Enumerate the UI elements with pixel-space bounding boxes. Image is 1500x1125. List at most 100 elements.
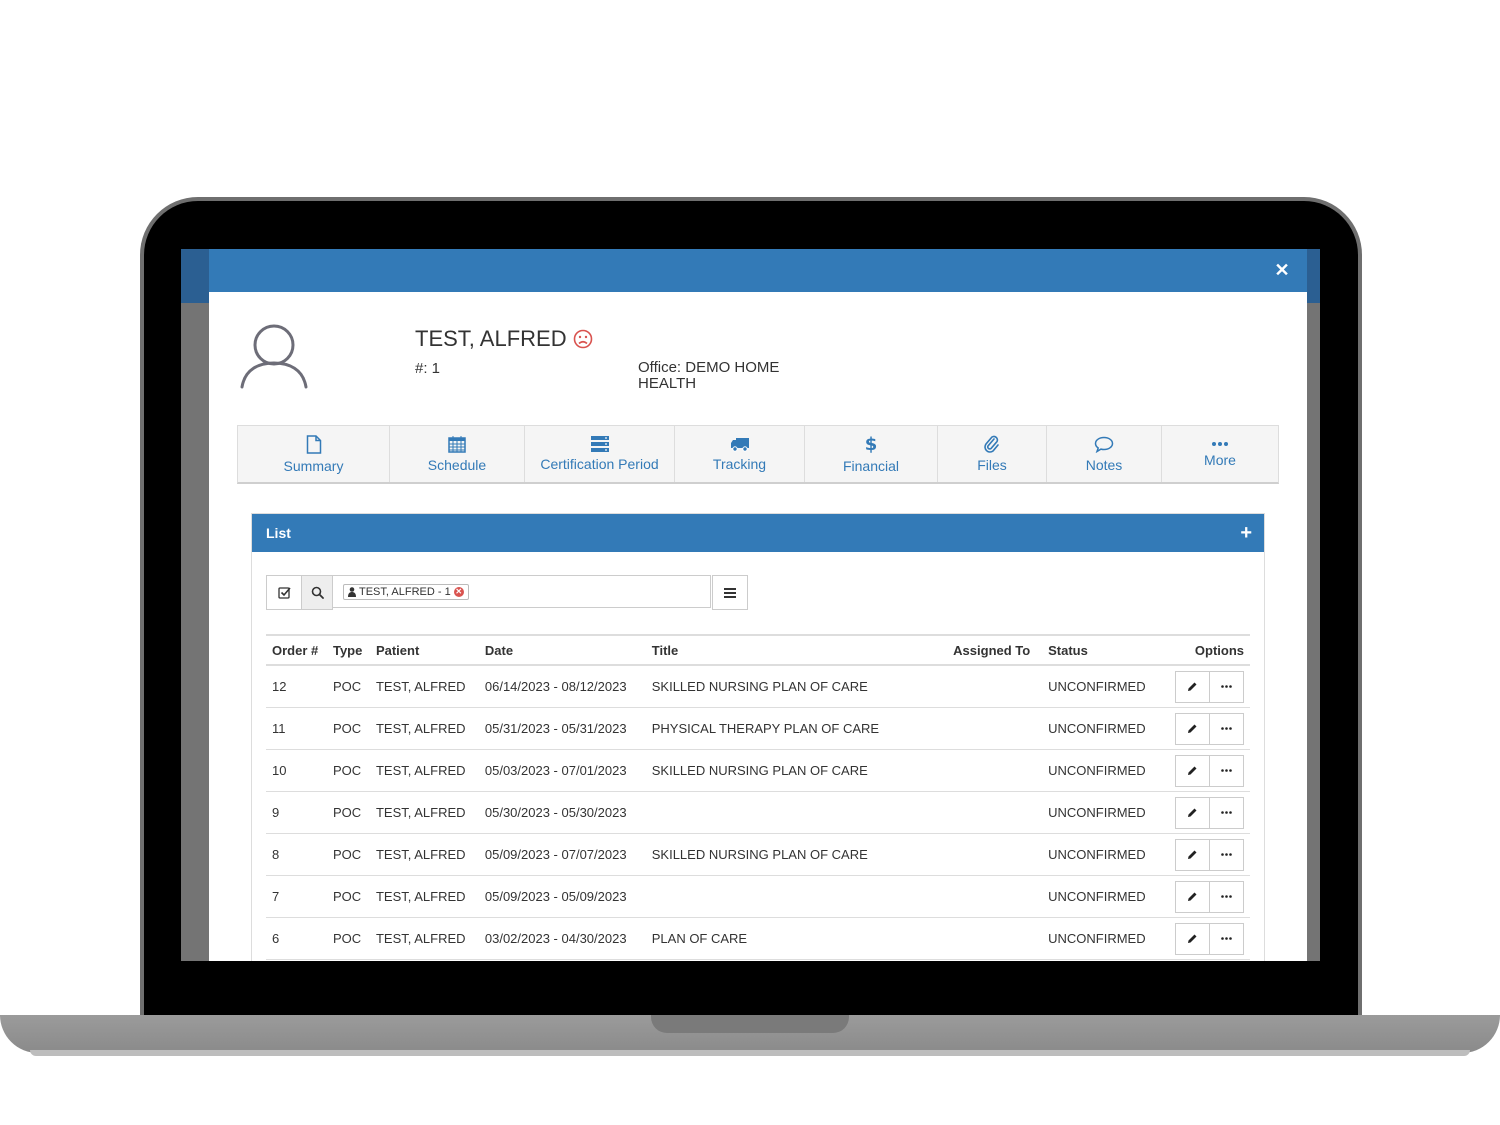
table-header-row: Order # Type Patient Date Title Assigned… [266,635,1250,665]
cell-options [1169,833,1250,876]
options-group [1175,670,1244,703]
tab-label: Tracking [712,455,767,472]
more-options-button[interactable] [1210,670,1244,703]
ellipsis-icon [1221,895,1232,898]
header-date[interactable]: Date [479,635,646,665]
header-assigned-to[interactable]: Assigned To [947,635,1042,665]
tab-label: More [1204,452,1236,468]
cell-title [645,791,948,834]
header-type[interactable]: Type [327,635,370,665]
table-row: 7 POC TEST, ALFRED 05/09/2023 - 05/09/20… [266,875,1250,918]
tab-label: Certification Period [540,456,659,472]
tab-label: Summary [283,457,344,474]
cell-date: 05/30/2023 - 05/30/2023 [478,791,646,834]
header-title[interactable]: Title [646,635,947,665]
more-options-button[interactable] [1210,712,1244,745]
table-row: 10 POC TEST, ALFRED 05/03/2023 - 07/01/2… [266,749,1250,792]
tab-more[interactable]: More [1162,426,1278,482]
header-order[interactable]: Order # [266,635,327,665]
cell-assigned [947,749,1043,792]
menu-icon [724,587,736,598]
column-menu-button[interactable] [712,575,748,610]
panel-title: List [266,525,291,541]
cell-date: 03/02/2023 - 04/30/2023 [478,917,646,960]
pencil-icon [1188,934,1197,943]
patient-number: #: 1 [415,360,441,377]
cell-options [1169,875,1250,918]
cell-order: 6 [266,917,327,960]
cell-title [645,875,948,918]
checkbox-icon [277,587,291,599]
tab-label: Files [977,457,1007,473]
cell-type: POC [326,749,370,792]
cell-order: 12 [266,665,327,708]
edit-button[interactable] [1175,670,1210,703]
select-all-button[interactable] [266,575,302,610]
cell-status: UNCONFIRMED [1042,833,1169,876]
tab-notes[interactable]: Notes [1047,426,1162,482]
tab-summary[interactable]: Summary [238,426,390,482]
cell-status: UNCONFIRMED [1042,875,1169,918]
cell-status: UNCONFIRMED [1042,707,1169,750]
cell-title: PLAN OF CARE [645,917,948,960]
tab-label: Notes [1085,456,1123,473]
filter-tag: TEST, ALFRED - 1 ✕ [343,583,469,600]
edit-button[interactable] [1175,838,1210,871]
cell-status: UNCONFIRMED [1042,665,1169,708]
cell-options [1169,749,1250,792]
edit-button[interactable] [1175,754,1210,787]
cell-patient: TEST, ALFRED [369,875,479,918]
paperclip-icon [984,435,999,453]
cell-status: UNCONFIRMED [1042,749,1169,792]
more-options-button[interactable] [1210,922,1244,955]
tab-tracking[interactable]: Tracking [675,426,805,482]
tab-certification-period[interactable]: Certification Period [525,426,675,482]
cell-assigned [947,791,1043,834]
cell-status: UNCONFIRMED [1042,917,1169,960]
more-options-button[interactable] [1210,754,1244,787]
cell-options [1169,917,1250,960]
filter-input[interactable]: TEST, ALFRED - 1 ✕ [333,575,711,608]
table-row: 9 POC TEST, ALFRED 05/30/2023 - 05/30/20… [266,791,1250,834]
background-overlay-left [181,303,209,961]
background-overlay-right [1307,303,1320,961]
cell-order: 11 [266,707,327,750]
remove-tag-icon[interactable]: ✕ [453,586,464,597]
cell-type: POC [326,917,370,960]
cell-date: 06/14/2023 - 08/12/2023 [478,665,646,708]
cell-date: 05/09/2023 - 07/07/2023 [478,833,646,876]
more-options-button[interactable] [1210,838,1244,871]
close-icon[interactable]: ✕ [1271,259,1293,281]
modal-header: ✕ [209,249,1307,292]
cell-order: 10 [266,749,327,792]
tab-files[interactable]: Files [938,426,1047,482]
cell-patient: TEST, ALFRED [369,749,479,792]
table-row: 11 POC TEST, ALFRED 05/31/2023 - 05/31/2… [266,707,1250,750]
cell-title: SKILLED NURSING PLAN OF CARE [645,749,948,792]
edit-button[interactable] [1175,712,1210,745]
options-group [1175,838,1244,871]
cell-patient: TEST, ALFRED [369,665,479,708]
pencil-icon [1188,724,1197,733]
ellipsis-icon [1221,853,1232,856]
cell-patient: TEST, ALFRED [369,833,479,876]
calendar-icon [448,436,466,453]
header-status[interactable]: Status [1042,635,1169,665]
edit-button[interactable] [1175,880,1210,913]
edit-button[interactable] [1175,922,1210,955]
tab-schedule[interactable]: Schedule [390,426,525,482]
more-options-button[interactable] [1210,880,1244,913]
tab-financial[interactable]: $ Financial [805,426,938,482]
tab-label: Schedule [427,457,487,473]
patient-name: TEST, ALFRED [415,326,593,352]
options-group [1175,796,1244,829]
patient-name-text: TEST, ALFRED [415,326,567,351]
add-button[interactable]: + [1240,514,1252,552]
pencil-icon [1188,766,1197,775]
more-options-button[interactable] [1210,796,1244,829]
cell-status: UNCONFIRMED [1042,791,1169,834]
header-patient[interactable]: Patient [370,635,479,665]
cell-type: POC [326,707,370,750]
header-options: Options [1194,642,1244,658]
edit-button[interactable] [1175,796,1210,829]
